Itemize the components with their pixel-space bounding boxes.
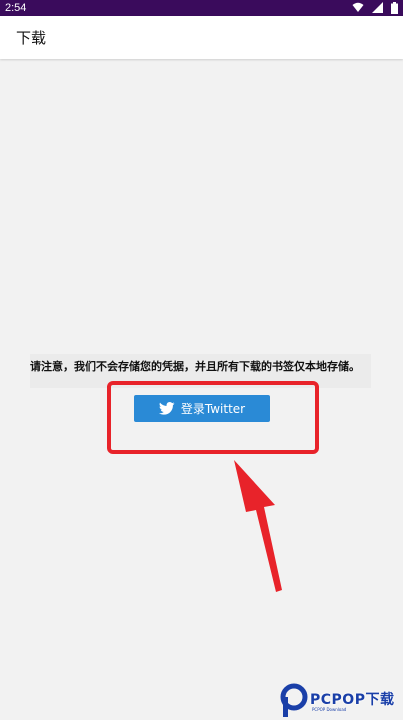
watermark-brand: PCPOP下载 (310, 692, 395, 708)
watermark: PCPOP下载 PCPOP Download (280, 683, 403, 720)
pcpop-logo-icon (280, 683, 308, 717)
annotation-arrow-icon (234, 460, 282, 592)
watermark-subtitle: PCPOP Download (312, 707, 347, 712)
